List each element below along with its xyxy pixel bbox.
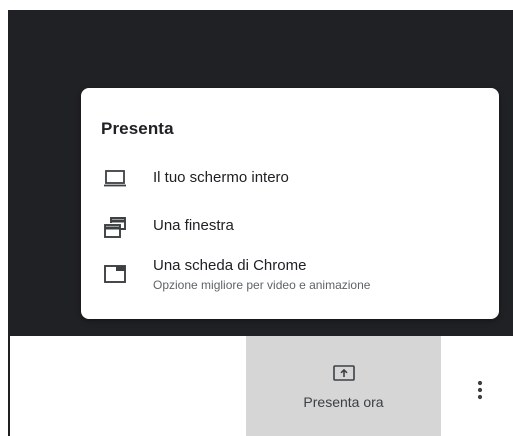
menu-item-label: Una finestra [153,217,234,234]
menu-item-chrome-tab[interactable]: Una scheda di Chrome Opzione migliore pe… [81,256,499,296]
present-now-label: Presenta ora [303,394,384,410]
present-menu-title: Presenta [101,119,174,138]
laptop-icon [104,170,126,187]
tab-icon [104,265,126,283]
menu-item-label: Il tuo schermo intero [153,169,289,186]
menu-item-sublabel: Opzione migliore per video e animazione [153,278,371,292]
present-menu: Presenta Il tuo schermo intero Una fines… [81,88,499,319]
window-icon [104,217,126,238]
menu-item-entire-screen[interactable]: Il tuo schermo intero [81,166,499,192]
more-vert-icon[interactable] [470,378,490,402]
meet-window: Presenta ora Presenta Il tuo schermo int… [0,0,513,436]
present-screen-icon [332,365,355,381]
present-now-button[interactable]: Presenta ora [246,336,441,436]
menu-item-window[interactable]: Una finestra [81,213,499,241]
menu-item-label: Una scheda di Chrome [153,257,307,274]
